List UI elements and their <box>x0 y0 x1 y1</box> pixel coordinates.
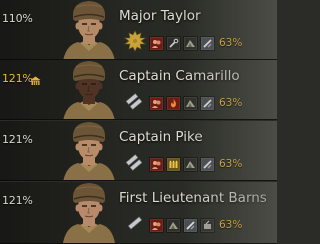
brothers-in-arms-icon[interactable] <box>149 218 164 233</box>
skill-progress: 63% <box>219 158 243 170</box>
crew-name: Captain Pike <box>119 129 203 145</box>
radio-icon[interactable] <box>200 218 215 233</box>
barracks-icon <box>30 71 41 85</box>
captain-bars-icon <box>124 151 146 173</box>
skills-bar <box>149 157 215 172</box>
crew-row[interactable]: 121% Captain Camarillo 63% <box>0 60 277 120</box>
skills-bar <box>149 36 215 51</box>
brothers-in-arms-icon[interactable] <box>149 96 164 111</box>
skills-bar <box>149 96 215 111</box>
crew-portrait[interactable] <box>58 182 120 243</box>
tool-icon[interactable] <box>200 96 215 111</box>
ammo-rack-icon[interactable] <box>166 157 181 172</box>
camouflage-icon[interactable] <box>166 218 181 233</box>
captain-bars-icon <box>124 90 146 112</box>
crew-panel: 110% Major Taylor 63% 121% Captain Camari <box>0 0 277 244</box>
crew-portrait[interactable] <box>58 0 120 59</box>
skill-progress: 63% <box>219 37 243 49</box>
crew-row[interactable]: 110% Major Taylor 63% <box>0 0 277 60</box>
training-level: 121% <box>2 194 33 207</box>
brothers-in-arms-icon[interactable] <box>149 36 164 51</box>
skills-bar <box>149 218 215 233</box>
tool-icon[interactable] <box>200 36 215 51</box>
lieutenant-bar-icon <box>124 212 146 234</box>
major-oak-leaf-icon <box>124 30 146 52</box>
crew-row[interactable]: 121% Captain Pike 63% <box>0 121 277 181</box>
skill-progress: 63% <box>219 97 243 109</box>
training-level: 121% <box>2 72 33 85</box>
crew-portrait[interactable] <box>58 121 120 180</box>
tool-icon[interactable] <box>200 157 215 172</box>
crew-name: Major Taylor <box>119 8 201 24</box>
training-level: 110% <box>2 12 33 25</box>
skill-progress: 63% <box>219 219 243 231</box>
crew-row[interactable]: 121% First Lieutenant Barns 63% <box>0 182 277 244</box>
crew-portrait[interactable] <box>58 60 120 119</box>
camouflage-icon[interactable] <box>183 157 198 172</box>
crew-name: Captain Camarillo <box>119 68 240 84</box>
repair-icon[interactable] <box>166 36 181 51</box>
crew-name: First Lieutenant Barns <box>119 190 267 206</box>
training-level: 121% <box>2 133 33 146</box>
camouflage-icon[interactable] <box>183 96 198 111</box>
camouflage-icon[interactable] <box>183 36 198 51</box>
tool-icon[interactable] <box>183 218 198 233</box>
brothers-in-arms-icon[interactable] <box>149 157 164 172</box>
firefighting-icon[interactable] <box>166 96 181 111</box>
